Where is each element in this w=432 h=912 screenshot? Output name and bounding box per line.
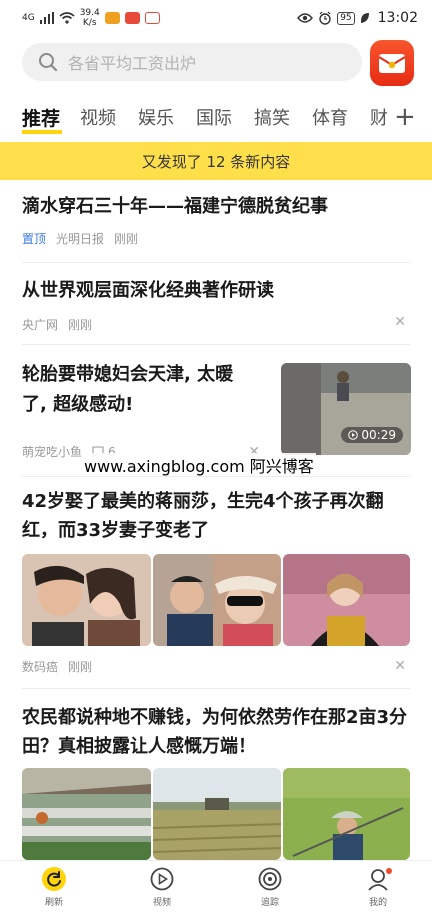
red-envelope-icon — [378, 54, 406, 73]
news-title: 轮胎要带媳妇会天津, 太暖了, 超级感动! — [22, 364, 234, 415]
news-title: 从世界观层面深化经典著作研读 — [22, 280, 274, 301]
news-image[interactable] — [22, 554, 151, 646]
news-source: 央广网 — [22, 318, 59, 332]
news-time: 刚刚 — [68, 318, 93, 332]
video-thumbnail[interactable]: 00:29 — [281, 363, 411, 455]
greenhouse-photo — [22, 768, 151, 860]
tab-entertainment[interactable]: 娱乐 — [138, 104, 196, 130]
tab-funny[interactable]: 搞笑 — [254, 104, 312, 130]
tab-international[interactable]: 国际 — [196, 104, 254, 130]
couple-photo — [22, 554, 151, 646]
news-source: 萌宠吃小鱼 — [22, 445, 83, 459]
farmland-photo — [153, 768, 281, 860]
signal-icon — [39, 12, 54, 24]
channel-tabs: 推荐 视频 娱乐 国际 搞笑 体育 财 + — [22, 100, 416, 134]
app-notification-icon — [124, 12, 140, 24]
app-notification-icon — [104, 12, 120, 24]
notification-dot — [386, 868, 392, 874]
tab-recommend[interactable]: 推荐 — [22, 104, 80, 134]
dismiss-icon[interactable]: ✕ — [394, 314, 406, 330]
track-icon — [258, 867, 282, 890]
add-channel-icon[interactable]: + — [394, 104, 416, 130]
video-duration: 00:29 — [341, 427, 403, 443]
news-item-gallery[interactable]: 农民都说种地不赚钱，为何依然劳作在那2亩3分田？真相披露让人感慨万端！ — [22, 703, 410, 761]
divider — [22, 688, 410, 689]
tab-video[interactable]: 视频 — [80, 104, 138, 130]
news-meta: 数码癌 刚刚 — [22, 658, 410, 675]
news-meta: 置顶 光明日报 刚刚 — [22, 230, 410, 247]
news-image[interactable] — [153, 768, 281, 860]
nav-track[interactable]: 追踪 — [216, 861, 324, 912]
news-title: 滴水穿石三十年——福建宁德脱贫纪事 — [22, 196, 328, 217]
clock-time: 13:02 — [377, 10, 418, 26]
eye-icon — [297, 13, 314, 23]
search-bar[interactable]: 各省平均工资出炉 — [22, 43, 362, 81]
new-content-banner[interactable]: 又发现了 12 条新内容 — [0, 142, 432, 180]
news-time: 刚刚 — [68, 660, 93, 674]
news-item-gallery[interactable]: 42岁娶了最美的蒋丽莎，生完4个孩子再次翻红，而33岁妻子变老了 — [22, 487, 410, 545]
search-placeholder: 各省平均工资出炉 — [68, 54, 197, 73]
tab-sports[interactable]: 体育 — [312, 104, 370, 130]
news-image[interactable] — [153, 554, 281, 646]
play-icon — [348, 430, 359, 440]
red-envelope-button[interactable] — [370, 40, 414, 86]
watermark-text: www.axingblog.com 阿兴博客 — [82, 453, 316, 477]
news-item[interactable]: 从世界观层面深化经典著作研读 央广网 刚刚 ✕ — [22, 276, 410, 333]
nav-video[interactable]: 视频 — [108, 861, 216, 912]
news-source: 光明日报 — [56, 232, 105, 246]
search-icon — [39, 53, 58, 72]
status-bar: 4G 39.4 K/s 95 13:02 — [0, 0, 432, 36]
family-photo — [153, 554, 281, 646]
news-title: 农民都说种地不赚钱，为何依然劳作在那2亩3分田？真相披露让人感慨万端！ — [22, 707, 408, 757]
portrait-photo — [283, 554, 410, 646]
news-image[interactable] — [283, 768, 410, 860]
news-meta-row: 数码癌 刚刚 ✕ — [22, 658, 410, 675]
divider — [22, 476, 410, 477]
news-time: 刚刚 — [114, 232, 139, 246]
alarm-icon — [319, 11, 331, 25]
news-image[interactable] — [22, 768, 151, 860]
divider — [22, 262, 410, 263]
play-icon — [150, 867, 174, 890]
battery-icon: 95 — [337, 11, 355, 25]
news-meta: 央广网 刚刚 — [22, 316, 410, 333]
nav-refresh[interactable]: 刷新 — [0, 861, 108, 912]
network-type: 4G — [22, 13, 35, 23]
nav-profile[interactable]: 我的 — [324, 861, 432, 912]
refresh-icon — [42, 866, 66, 891]
network-speed: 39.4 K/s — [79, 8, 100, 28]
news-source: 数码癌 — [22, 660, 59, 674]
news-image[interactable] — [283, 554, 410, 646]
wifi-icon — [59, 12, 75, 24]
leaf-icon — [360, 13, 369, 23]
tab-finance[interactable]: 财 — [370, 104, 394, 130]
dismiss-icon[interactable]: ✕ — [394, 658, 406, 674]
field-work-photo — [283, 768, 410, 860]
divider — [22, 344, 410, 345]
pinned-badge: 置顶 — [22, 232, 47, 246]
news-item[interactable]: 滴水穿石三十年——福建宁德脱贫纪事 置顶 光明日报 刚刚 — [22, 192, 410, 247]
news-title: 42岁娶了最美的蒋丽莎，生完4个孩子再次翻红，而33岁妻子变老了 — [22, 491, 384, 541]
bottom-nav: 刷新 视频 追踪 我的 — [0, 860, 432, 912]
app-notification-icon — [144, 12, 160, 24]
